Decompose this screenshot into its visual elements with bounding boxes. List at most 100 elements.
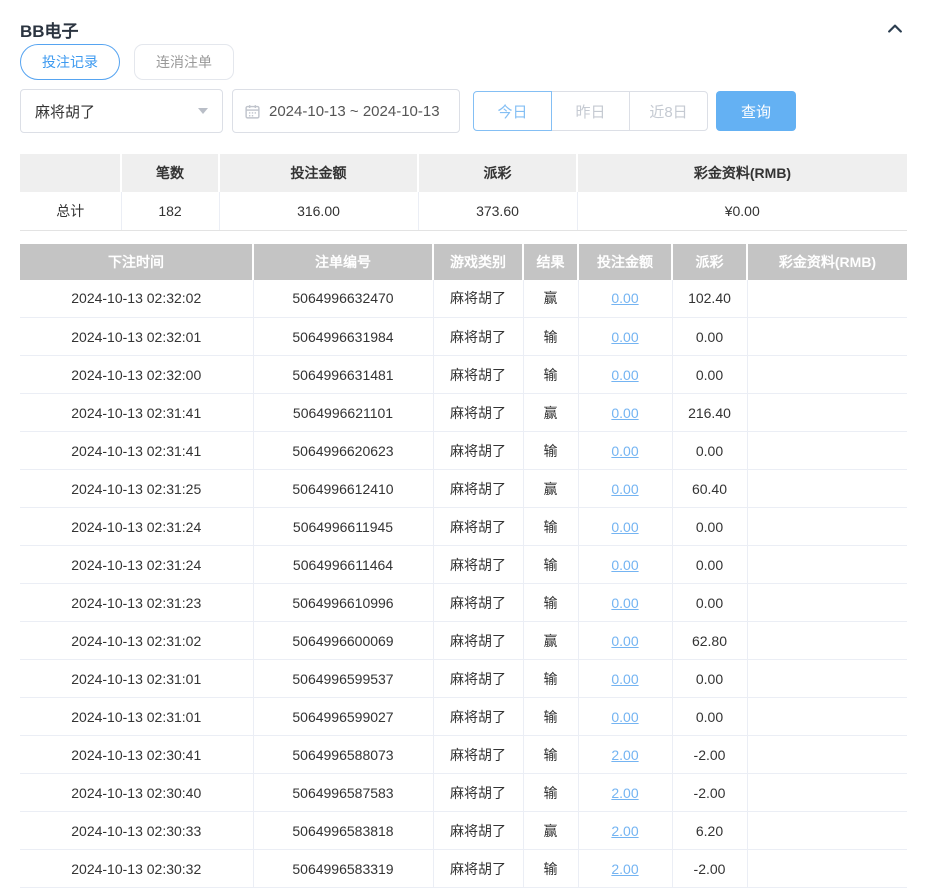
cell-bet-time: 2024-10-13 02:31:41 [20, 431, 254, 470]
collapse-button[interactable] [883, 17, 907, 41]
table-row: 2024-10-13 02:30:40 5064996587583 麻将胡了 输… [20, 773, 907, 812]
game-select[interactable]: 麻将胡了 [20, 89, 223, 133]
cell-jackpot [747, 507, 907, 546]
cell-bet-time: 2024-10-13 02:30:32 [20, 849, 254, 888]
cell-order-id: 5064996599027 [253, 697, 434, 736]
quick-btn-last-8-days[interactable]: 近8日 [629, 91, 708, 131]
tab-cancelled-orders[interactable]: 连消注单 [134, 44, 234, 80]
cell-result: 赢 [523, 811, 579, 850]
summary-total-label: 总计 [20, 192, 122, 231]
cell-bet-time: 2024-10-13 02:31:01 [20, 697, 254, 736]
bet-amount-link[interactable]: 0.00 [611, 405, 638, 421]
bet-amount-link[interactable]: 0.00 [611, 481, 638, 497]
cell-game-type: 麻将胡了 [433, 507, 524, 546]
cell-game-type: 麻将胡了 [433, 849, 524, 888]
cell-game-type: 麻将胡了 [433, 697, 524, 736]
cell-payout: 0.00 [672, 507, 748, 546]
cell-order-id: 5064996600069 [253, 621, 434, 660]
cell-order-id: 5064996588073 [253, 735, 434, 774]
cell-bet-time: 2024-10-13 02:32:01 [20, 317, 254, 356]
quick-btn-yesterday[interactable]: 昨日 [551, 91, 630, 131]
tab-bet-records[interactable]: 投注记录 [20, 44, 120, 80]
cell-result: 输 [523, 431, 579, 470]
table-row: 2024-10-13 02:30:41 5064996588073 麻将胡了 输… [20, 735, 907, 774]
cell-bet-time: 2024-10-13 02:31:23 [20, 583, 254, 622]
cell-order-id: 5064996611945 [253, 507, 434, 546]
summary-col-jackpot: 彩金资料(RMB) [577, 154, 907, 192]
bet-amount-link[interactable]: 0.00 [611, 290, 638, 306]
bet-amount-link[interactable]: 0.00 [611, 595, 638, 611]
cell-game-type: 麻将胡了 [433, 621, 524, 660]
table-row: 2024-10-13 02:31:01 5064996599027 麻将胡了 输… [20, 697, 907, 736]
bet-amount-link[interactable]: 0.00 [611, 519, 638, 535]
cell-jackpot [747, 469, 907, 508]
bet-amount-link[interactable]: 0.00 [611, 557, 638, 573]
cell-bet-time: 2024-10-13 02:31:01 [20, 659, 254, 698]
search-button[interactable]: 查询 [716, 91, 796, 131]
bet-amount-link[interactable]: 2.00 [611, 747, 638, 763]
records-body: 2024-10-13 02:32:02 5064996632470 麻将胡了 赢… [20, 279, 907, 888]
cell-bet-amount: 2.00 [578, 849, 673, 888]
bet-amount-link[interactable]: 0.00 [611, 633, 638, 649]
cell-jackpot [747, 431, 907, 470]
cell-result: 赢 [523, 279, 579, 318]
bet-amount-link[interactable]: 0.00 [611, 367, 638, 383]
date-range-input[interactable]: 2024-10-13 ~ 2024-10-13 [232, 89, 460, 133]
cell-jackpot [747, 697, 907, 736]
table-row: 2024-10-13 02:32:02 5064996632470 麻将胡了 赢… [20, 279, 907, 318]
table-row: 2024-10-13 02:31:24 5064996611464 麻将胡了 输… [20, 545, 907, 584]
cell-result: 赢 [523, 469, 579, 508]
cell-game-type: 麻将胡了 [433, 279, 524, 318]
col-order-id: 注单编号 [253, 243, 434, 280]
cell-game-type: 麻将胡了 [433, 431, 524, 470]
table-row: 2024-10-13 02:31:25 5064996612410 麻将胡了 赢… [20, 469, 907, 508]
table-row: 2024-10-13 02:31:01 5064996599537 麻将胡了 输… [20, 659, 907, 698]
cell-result: 输 [523, 317, 579, 356]
cell-payout: 0.00 [672, 545, 748, 584]
summary-total-bet-amount: 316.00 [219, 192, 419, 231]
bet-amount-link[interactable]: 2.00 [611, 823, 638, 839]
cell-result: 输 [523, 697, 579, 736]
bet-amount-link[interactable]: 2.00 [611, 861, 638, 877]
tab-bar: 投注记录 连消注单 [20, 44, 907, 80]
bet-amount-link[interactable]: 0.00 [611, 709, 638, 725]
chevron-down-icon [198, 108, 208, 114]
cell-bet-amount: 0.00 [578, 355, 673, 394]
date-range-value: 2024-10-13 ~ 2024-10-13 [269, 102, 440, 120]
cell-bet-amount: 2.00 [578, 811, 673, 850]
cell-game-type: 麻将胡了 [433, 735, 524, 774]
cell-bet-time: 2024-10-13 02:31:25 [20, 469, 254, 508]
cell-payout: 60.40 [672, 469, 748, 508]
cell-jackpot [747, 659, 907, 698]
cell-jackpot [747, 735, 907, 774]
cell-jackpot [747, 279, 907, 318]
summary-col-empty [20, 154, 122, 192]
cell-bet-time: 2024-10-13 02:32:02 [20, 279, 254, 318]
cell-bet-time: 2024-10-13 02:31:24 [20, 545, 254, 584]
table-row: 2024-10-13 02:31:41 5064996621101 麻将胡了 赢… [20, 393, 907, 432]
col-result: 结果 [523, 243, 579, 280]
col-bet-amount: 投注金额 [578, 243, 673, 280]
bet-amount-link[interactable]: 2.00 [611, 785, 638, 801]
summary-total-count: 182 [121, 192, 220, 231]
cell-jackpot [747, 545, 907, 584]
records-header-row: 下注时间 注单编号 游戏类别 结果 投注金额 派彩 彩金资料(RMB) [20, 243, 907, 280]
cell-bet-amount: 0.00 [578, 583, 673, 622]
cell-result: 输 [523, 659, 579, 698]
cell-bet-amount: 2.00 [578, 735, 673, 774]
cell-payout: 62.80 [672, 621, 748, 660]
col-game-type: 游戏类别 [433, 243, 524, 280]
bet-amount-link[interactable]: 0.00 [611, 443, 638, 459]
cell-result: 输 [523, 735, 579, 774]
bet-amount-link[interactable]: 0.00 [611, 329, 638, 345]
bet-amount-link[interactable]: 0.00 [611, 671, 638, 687]
table-row: 2024-10-13 02:31:23 5064996610996 麻将胡了 输… [20, 583, 907, 622]
cell-payout: 0.00 [672, 431, 748, 470]
cell-jackpot [747, 621, 907, 660]
cell-order-id: 5064996599537 [253, 659, 434, 698]
cell-bet-time: 2024-10-13 02:30:40 [20, 773, 254, 812]
cell-order-id: 5064996612410 [253, 469, 434, 508]
cell-bet-time: 2024-10-13 02:31:41 [20, 393, 254, 432]
game-select-value: 麻将胡了 [35, 103, 96, 121]
quick-btn-today[interactable]: 今日 [473, 91, 552, 131]
